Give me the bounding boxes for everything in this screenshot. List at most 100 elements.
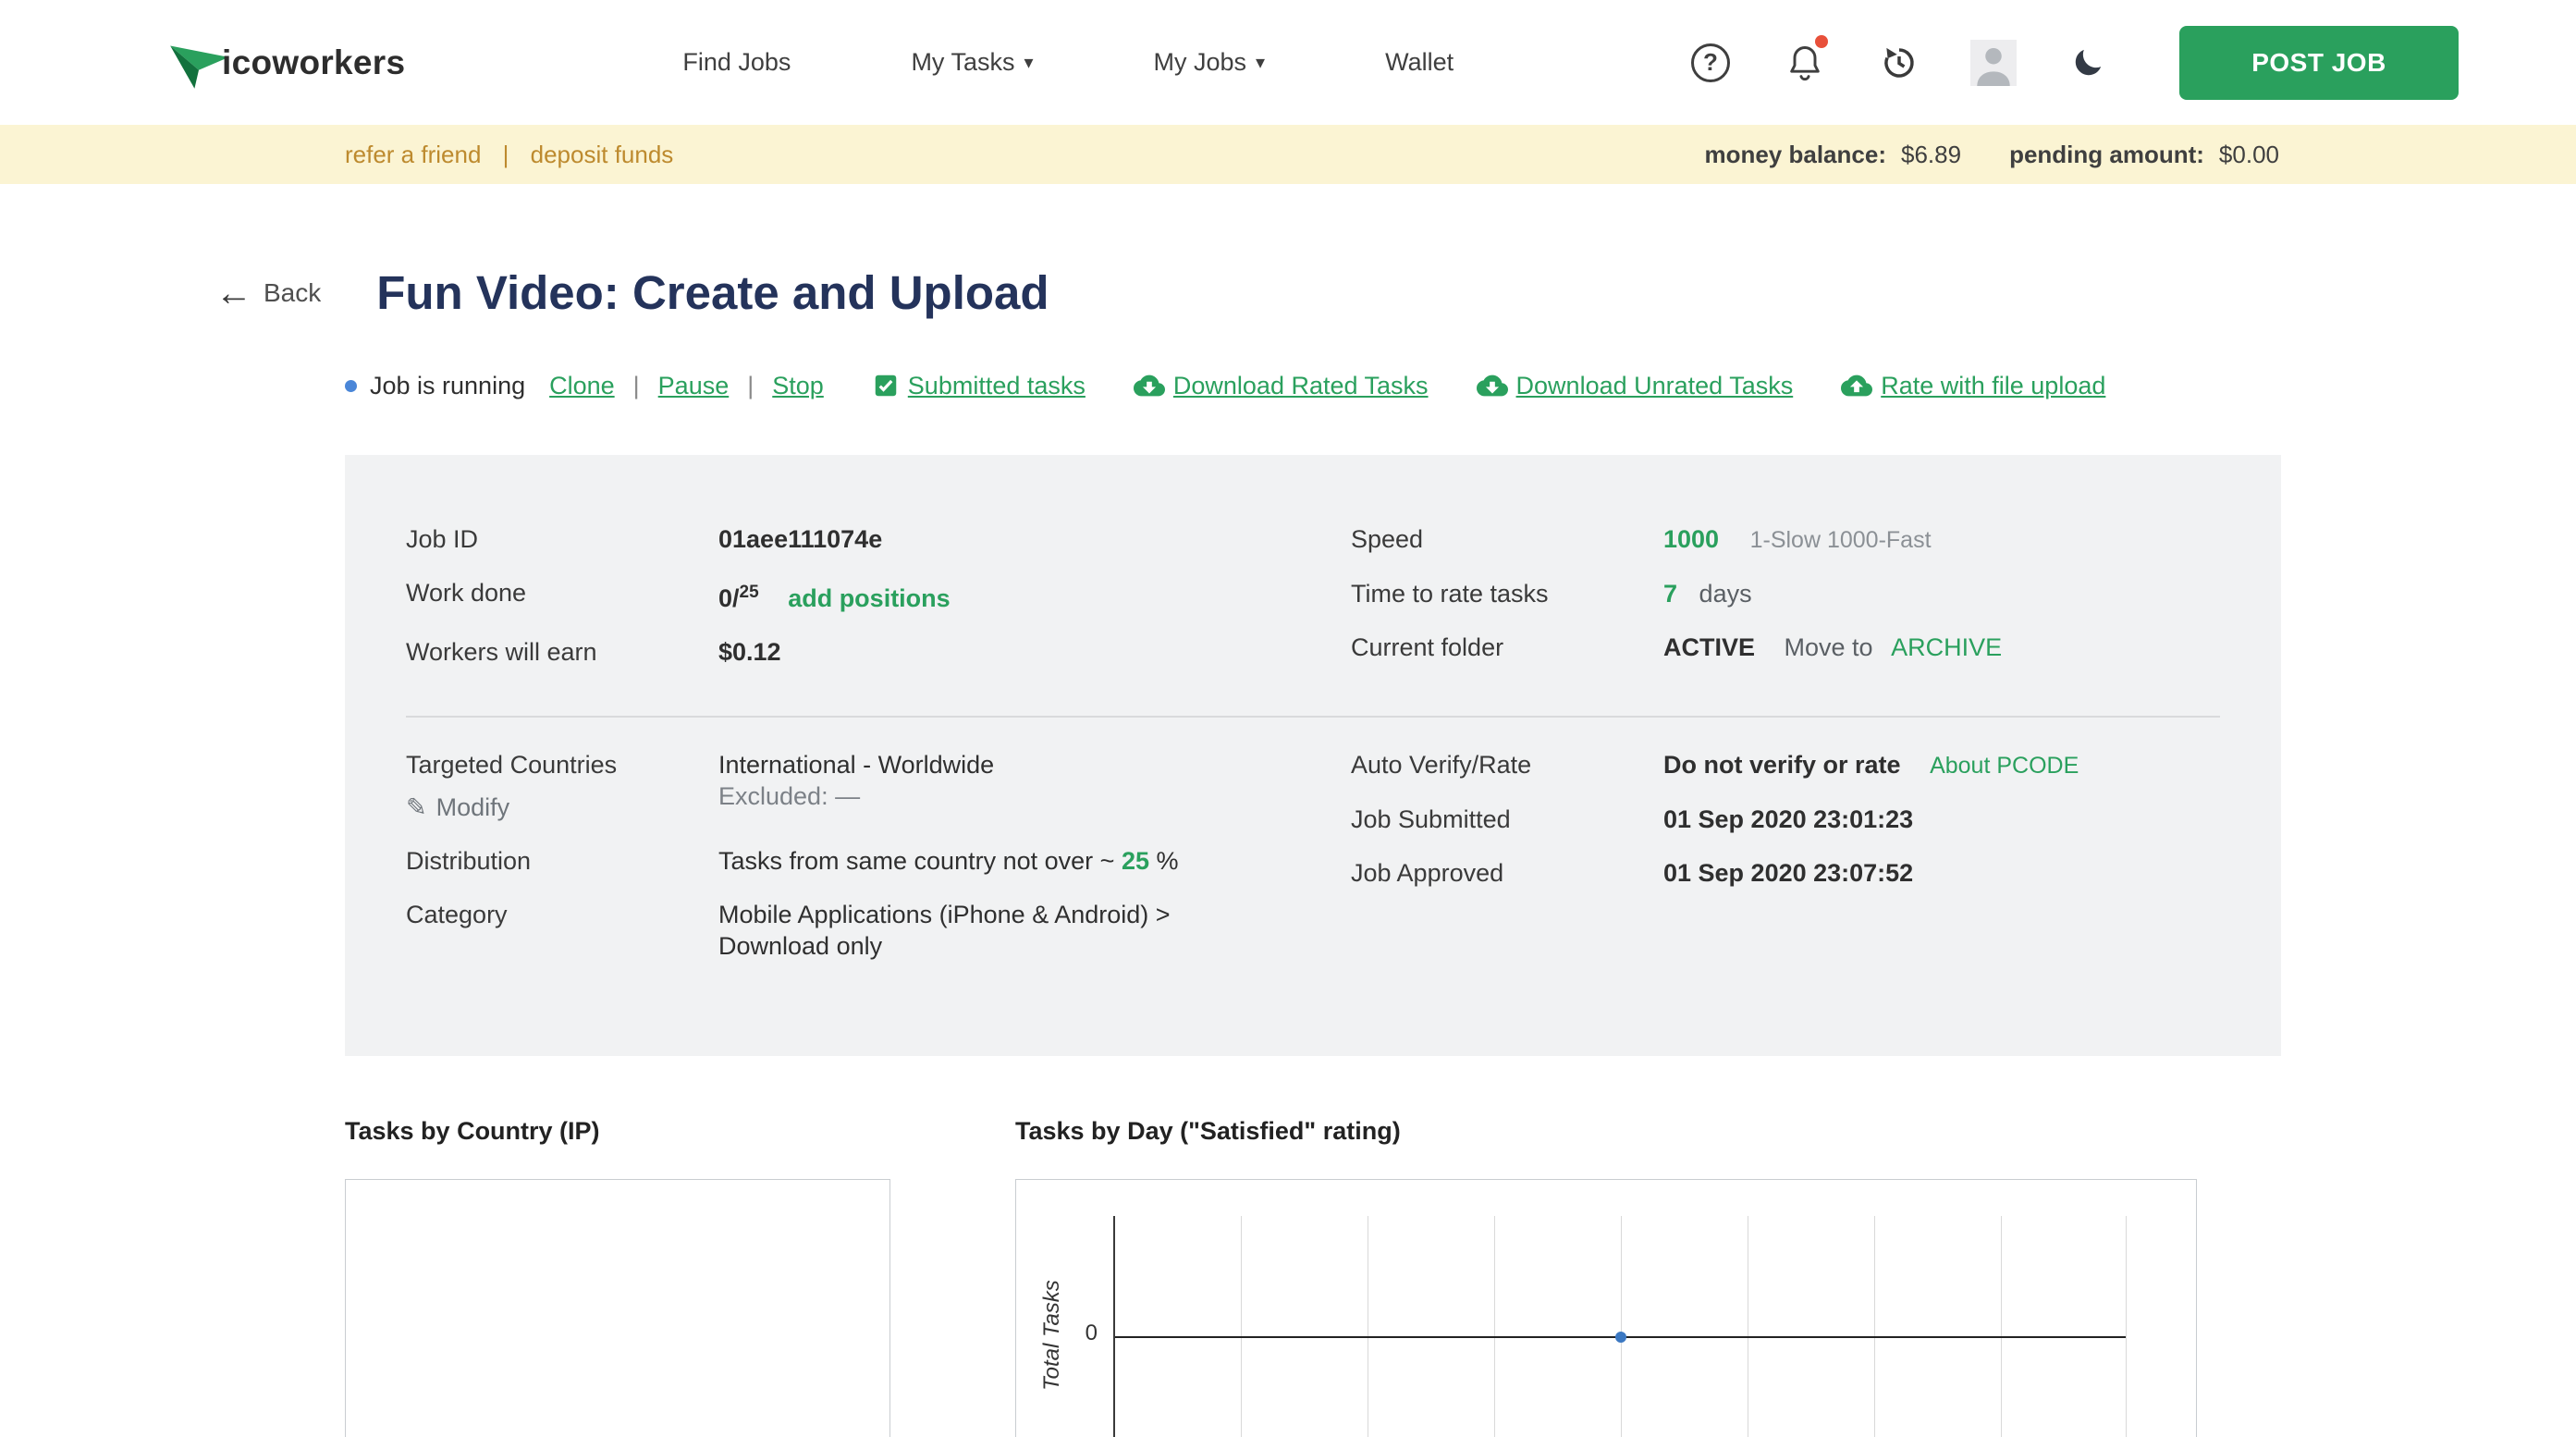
chevron-down-icon: ▾ [1256,51,1265,74]
add-positions-link[interactable]: add positions [788,584,951,612]
dark-mode-toggle[interactable] [2065,39,2111,87]
nav-find-jobs[interactable]: Find Jobs [682,48,791,77]
distribution-value: 25 [1122,847,1149,875]
excluded-countries: Excluded: — [718,780,994,812]
distribution-unit: % [1157,847,1179,875]
speed-hint: 1-Slow 1000-Fast [1750,527,1932,553]
history-button[interactable] [1876,39,1922,87]
auto-verify-label: Auto Verify/Rate [1351,749,1663,781]
category-value: Mobile Applications (iPhone & Android) >… [718,899,1273,962]
job-status: Job is running [370,372,525,400]
status-row: Job is running Clone | Pause | Stop Subm… [345,370,2576,401]
nav-my-jobs[interactable]: My Jobs▾ [1154,48,1266,77]
distribution-label: Distribution [406,845,718,877]
separator: | [633,372,640,400]
job-approved-label: Job Approved [1351,857,1663,889]
time-to-rate-row: Time to rate tasks 7 days [1351,578,2220,609]
task-check-icon [872,372,900,399]
nav-wallet[interactable]: Wallet [1385,48,1454,77]
balance-bar: refer a friend | deposit funds money bal… [0,125,2576,184]
brand[interactable]: icoworkers [165,29,405,97]
category-label: Category [406,899,718,962]
download-unrated-link[interactable]: Download Unrated Tasks [1477,370,1794,401]
help-icon: ? [1691,43,1730,82]
moon-icon [2069,44,2106,81]
work-done-row: Work done 0/25 add positions [406,577,1351,614]
charts-section: Tasks by Country (IP) Tasks by Day ("Sat… [345,1117,2576,1437]
help-button[interactable]: ? [1687,39,1734,87]
work-done-value: 0/ [718,584,740,612]
post-job-button[interactable]: POST JOB [2179,26,2459,100]
workers-earn-value: $0.12 [718,636,781,668]
panel-top-right: Speed 1000 1-Slow 1000-Fast Time to rate… [1351,523,2220,690]
profile-button[interactable] [1970,39,2017,87]
money-balance-label: money balance: [1704,141,1886,169]
pause-link[interactable]: Pause [658,372,730,400]
balance-info: money balance: $6.89 pending amount: $0.… [1704,141,2279,169]
chevron-down-icon: ▾ [1024,51,1033,74]
notification-dot [1815,35,1828,48]
brand-text: icoworkers [222,43,405,82]
stop-link[interactable]: Stop [772,372,824,400]
refer-friend-link[interactable]: refer a friend [345,141,481,168]
distribution-text: Tasks from same country not over ~ [718,847,1114,875]
job-approved-row: Job Approved 01 Sep 2020 23:07:52 [1351,857,2220,889]
pending-amount-value: $0.00 [2219,141,2279,169]
panel-bottom-left: Targeted Countries ✎ Modify Internationa… [406,749,1351,984]
distribution-row: Distribution Tasks from same country not… [406,845,1351,877]
download-rated-link[interactable]: Download Rated Tasks [1134,370,1429,401]
status-dot [345,380,357,392]
job-id-value: 01aee111074e [718,523,882,555]
speed-label: Speed [1351,523,1663,556]
notifications-button[interactable] [1782,39,1828,87]
cloud-download-icon [1477,370,1508,401]
tasks-by-day-block: Tasks by Day ("Satisfied" rating) Total … [1015,1117,2197,1437]
job-id-row: Job ID 01aee111074e [406,523,1351,555]
panel-top: Job ID 01aee111074e Work done 0/25 add p… [406,523,2220,690]
targeted-countries-row: Targeted Countries ✎ Modify Internationa… [406,749,1351,823]
deposit-funds-link[interactable]: deposit funds [531,141,674,168]
job-submitted-row: Job Submitted 01 Sep 2020 23:01:23 [1351,804,2220,835]
auto-verify-row: Auto Verify/Rate Do not verify or rate A… [1351,749,2220,781]
rate-file-upload-link[interactable]: Rate with file upload [1841,370,2105,401]
job-approved-value: 01 Sep 2020 23:07:52 [1663,857,1913,889]
workers-earn-row: Workers will earn $0.12 [406,636,1351,668]
job-submitted-label: Job Submitted [1351,804,1663,835]
panel-top-left: Job ID 01aee111074e Work done 0/25 add p… [406,523,1351,690]
time-to-rate-unit: days [1699,580,1752,608]
separator: | [747,372,754,400]
time-to-rate-label: Time to rate tasks [1351,578,1663,609]
job-details-panel: Job ID 01aee111074e Work done 0/25 add p… [345,455,2281,1056]
panel-bottom-right: Auto Verify/Rate Do not verify or rate A… [1351,749,2220,984]
move-to-archive-link[interactable]: ARCHIVE [1891,633,2002,661]
job-id-label: Job ID [406,523,718,555]
submitted-tasks-link[interactable]: Submitted tasks [872,372,1086,400]
job-submitted-value: 01 Sep 2020 23:01:23 [1663,804,1913,835]
navbar-right: ? POST [1687,26,2459,100]
back-label: Back [264,278,321,308]
tasks-by-day-chart: Total Tasks 0 [1015,1179,2197,1437]
back-arrow-icon: ← [215,275,252,312]
move-to-label: Move to [1785,633,1873,661]
top-navbar: icoworkers Find Jobs My Tasks▾ My Jobs▾ … [0,0,2576,125]
tasks-by-country-block: Tasks by Country (IP) [345,1117,890,1437]
modify-label: Modify [436,792,510,823]
time-to-rate-value: 7 [1663,580,1677,608]
history-icon [1880,43,1919,82]
current-folder-value: ACTIVE [1663,633,1755,661]
about-pcode-link[interactable]: About PCODE [1930,753,2079,779]
y-axis-tick-zero: 0 [1016,1320,1098,1346]
work-done-total: 25 [740,583,759,602]
back-button[interactable]: ← Back [215,275,321,312]
nav-my-tasks[interactable]: My Tasks▾ [911,48,1033,77]
work-done-label: Work done [406,577,718,614]
current-folder-row: Current folder ACTIVE Move to ARCHIVE [1351,632,2220,663]
targeted-countries-value: International - Worldwide [718,749,994,780]
speed-value: 1000 [1663,525,1719,553]
title-row: ← Back Fun Video: Create and Upload [215,265,2576,320]
clone-link[interactable]: Clone [549,372,615,400]
pencil-icon: ✎ [406,792,427,823]
separator: | [503,141,509,168]
tasks-by-country-chart [345,1179,890,1437]
modify-link[interactable]: ✎ Modify [406,792,509,823]
